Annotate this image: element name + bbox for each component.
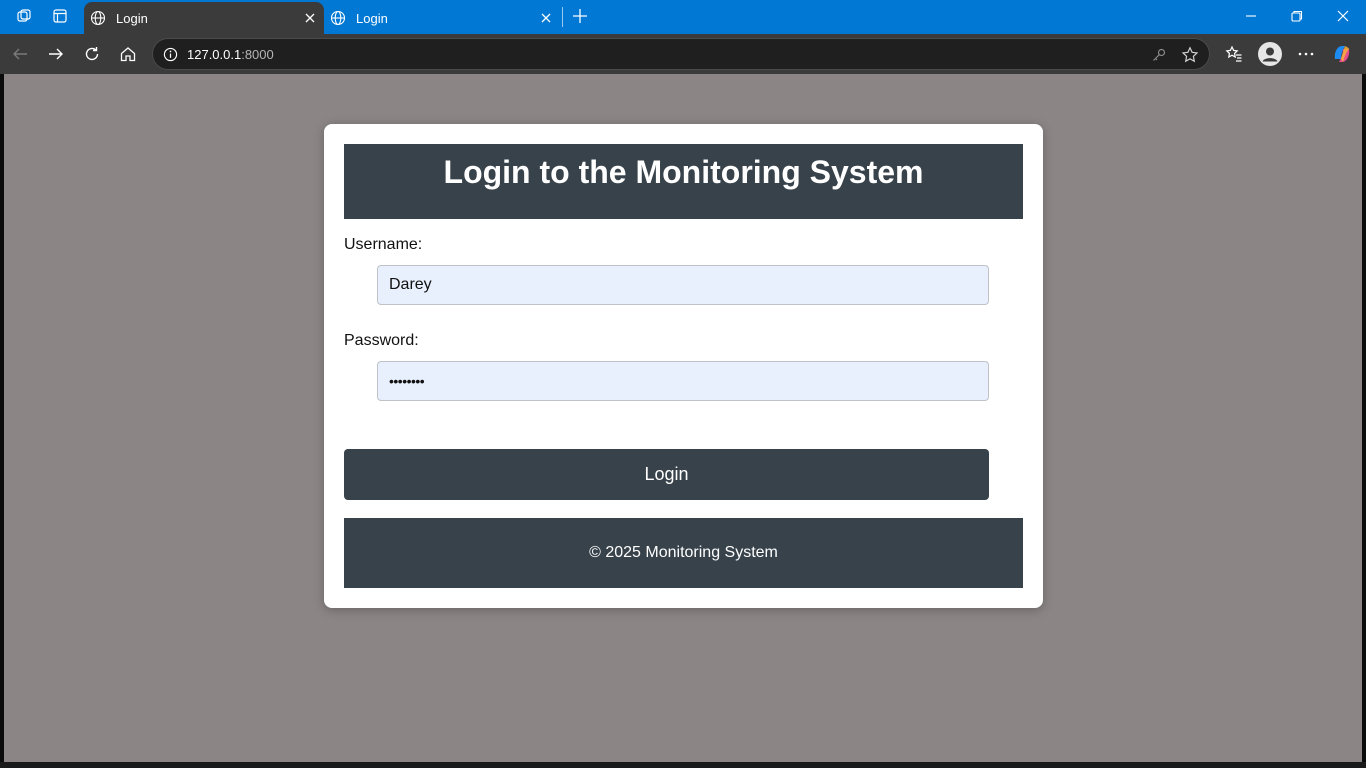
card-footer: © 2025 Monitoring System (344, 518, 1023, 588)
password-label: Password: (344, 332, 419, 349)
tab-login[interactable]: Login (324, 2, 560, 34)
tab-actions-icon[interactable] (42, 0, 78, 32)
minimize-icon[interactable] (1228, 0, 1274, 32)
copilot-icon[interactable] (1326, 38, 1358, 70)
username-label: Username: (344, 236, 423, 253)
restore-icon[interactable] (1274, 0, 1320, 32)
globe-icon (90, 10, 106, 26)
plus-icon[interactable] (562, 0, 598, 32)
close-icon[interactable] (538, 10, 554, 26)
tab-strip: Login Login (0, 0, 1366, 34)
address-host: 127.0.0.1 (187, 47, 242, 62)
card-header: Login to the Monitoring System (344, 144, 1023, 219)
username-field[interactable]: Darey (377, 265, 989, 305)
password-value: •••••••• (389, 373, 425, 389)
page-viewport: Login to the Monitoring System Username:… (4, 74, 1362, 762)
info-icon[interactable] (162, 46, 178, 62)
bottom-edge (0, 762, 1366, 768)
globe-icon (330, 10, 346, 26)
more-icon[interactable] (1290, 38, 1322, 70)
home-icon[interactable] (112, 38, 144, 70)
close-icon[interactable] (302, 10, 318, 26)
username-value: Darey (389, 276, 432, 293)
password-field[interactable]: •••••••• (377, 361, 989, 401)
star-icon[interactable] (1179, 44, 1201, 66)
login-button[interactable]: Login (344, 449, 989, 500)
page-title: Login to the Monitoring System (443, 154, 924, 190)
login-card: Login to the Monitoring System Username:… (324, 124, 1043, 608)
key-icon[interactable] (1149, 45, 1169, 65)
refresh-icon[interactable] (76, 38, 108, 70)
workspaces-icon[interactable] (6, 0, 42, 32)
tab-login-active[interactable]: Login (84, 2, 324, 34)
forward-arrow-icon[interactable] (40, 38, 72, 70)
address-url[interactable]: 127.0.0.1:8000 (187, 47, 274, 62)
address-bar[interactable]: 127.0.0.1:8000 (152, 38, 1210, 70)
profile-icon[interactable] (1254, 38, 1286, 70)
back-arrow-icon[interactable] (4, 38, 36, 70)
tab-title: Login (356, 10, 388, 26)
footer-text: © 2025 Monitoring System (589, 544, 778, 561)
browser-toolbar: 127.0.0.1:8000 (0, 34, 1366, 74)
close-window-icon[interactable] (1320, 0, 1366, 32)
tab-title: Login (116, 10, 148, 26)
address-port: :8000 (241, 47, 274, 62)
favorites-icon[interactable] (1218, 38, 1250, 70)
